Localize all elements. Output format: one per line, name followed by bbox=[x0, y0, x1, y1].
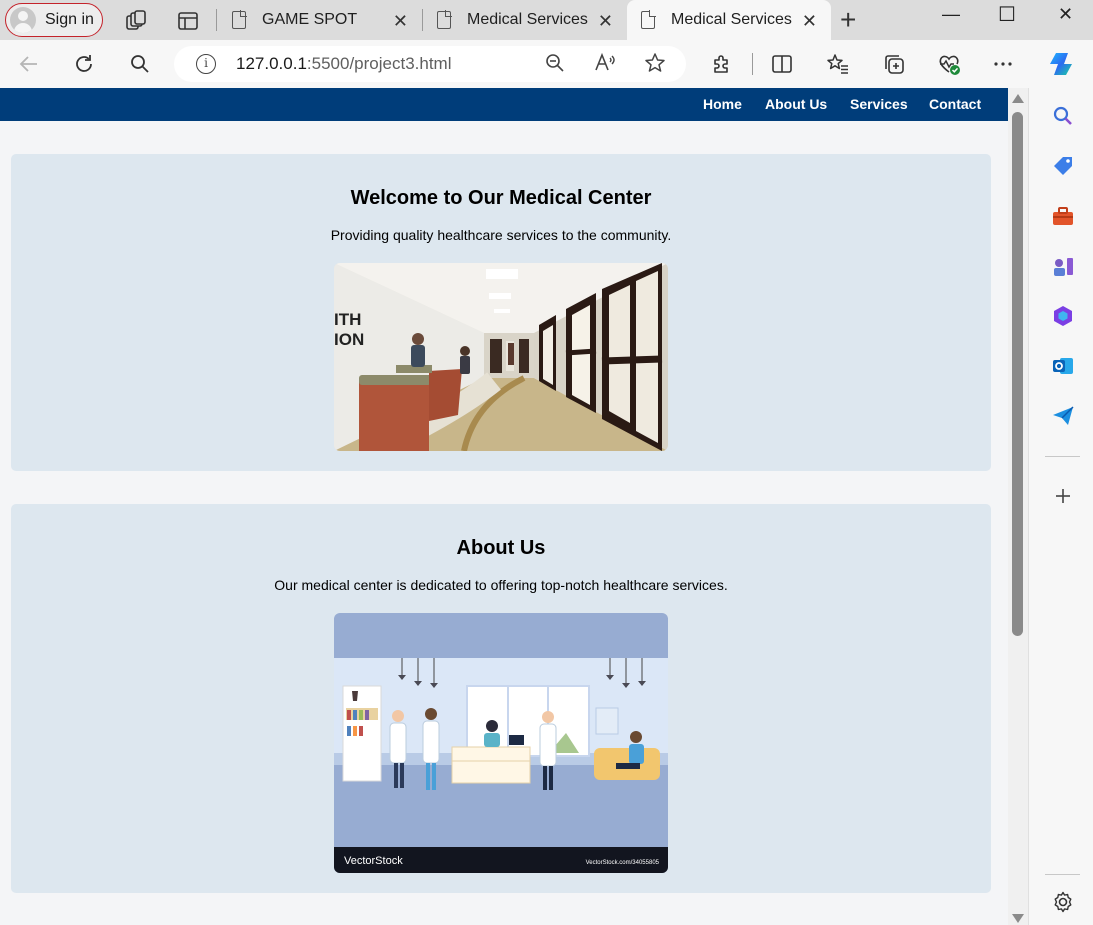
close-window-button[interactable]: ✕ bbox=[1058, 4, 1073, 25]
sidebar-separator bbox=[1045, 874, 1080, 875]
image-sign-text: ITH bbox=[334, 310, 361, 329]
profile-avatar-icon bbox=[10, 7, 36, 33]
add-icon[interactable] bbox=[1051, 484, 1075, 508]
more-icon[interactable] bbox=[991, 52, 1015, 76]
search-icon[interactable] bbox=[128, 52, 152, 76]
workspaces-icon[interactable] bbox=[125, 10, 147, 32]
sign-in-button[interactable]: Sign in bbox=[5, 3, 103, 37]
page-icon bbox=[232, 10, 247, 29]
tab-title: Medical Services bbox=[467, 11, 588, 28]
address-bar[interactable]: i 127.0.0.1:5500/project3.html bbox=[174, 46, 686, 82]
favorite-star-icon[interactable] bbox=[644, 52, 666, 74]
toolbar-separator bbox=[752, 53, 753, 75]
games-icon[interactable] bbox=[1051, 254, 1075, 278]
image-sign-text: ION bbox=[334, 330, 364, 349]
about-title: About Us bbox=[456, 537, 546, 559]
nav-about-link[interactable]: About Us bbox=[765, 96, 827, 112]
sidebar-separator bbox=[1045, 456, 1080, 457]
nav-contact-link[interactable]: Contact bbox=[929, 96, 981, 112]
new-tab-button[interactable]: + bbox=[840, 4, 856, 36]
back-arrow-icon[interactable] bbox=[17, 52, 41, 76]
nav-home-link[interactable]: Home bbox=[703, 96, 742, 112]
tab-game-spot[interactable]: GAME SPOT ✕ bbox=[218, 0, 422, 40]
tab-medical-services[interactable]: Medical Services ✕ bbox=[423, 0, 627, 40]
scroll-thumb[interactable] bbox=[1012, 112, 1023, 636]
sign-in-label: Sign in bbox=[45, 11, 94, 28]
url-host: 127.0.0.1 bbox=[236, 54, 307, 73]
site-navbar: Home About Us Services Contact bbox=[0, 88, 1008, 121]
about-text: Our medical center is dedicated to offer… bbox=[274, 577, 728, 593]
welcome-section: Welcome to Our Medical Center Providing … bbox=[11, 154, 991, 471]
tab-actions-icon[interactable] bbox=[177, 10, 199, 32]
url-text[interactable]: 127.0.0.1:5500/project3.html bbox=[236, 54, 452, 74]
welcome-title: Welcome to Our Medical Center bbox=[350, 187, 652, 209]
read-aloud-icon[interactable] bbox=[594, 52, 616, 74]
browser-sidebar bbox=[1028, 88, 1093, 925]
tab-title: GAME SPOT bbox=[262, 11, 358, 28]
minimize-button[interactable]: — bbox=[942, 4, 960, 25]
welcome-subtitle: Providing quality healthcare services to… bbox=[330, 227, 672, 243]
close-tab-icon[interactable]: ✕ bbox=[802, 11, 817, 32]
tab-title: Medical Services bbox=[671, 11, 792, 28]
browser-health-icon[interactable] bbox=[937, 52, 961, 76]
maximize-button[interactable]: ☐ bbox=[998, 2, 1016, 27]
page-icon bbox=[437, 10, 452, 29]
outlook-icon[interactable] bbox=[1051, 354, 1075, 378]
collections-icon[interactable] bbox=[882, 52, 906, 76]
close-tab-icon[interactable]: ✕ bbox=[393, 11, 408, 32]
page-viewport: Home About Us Services Contact Welcome t… bbox=[0, 88, 1008, 925]
page-scrollbar[interactable] bbox=[1008, 88, 1028, 925]
scroll-down-arrow-icon[interactable] bbox=[1012, 914, 1024, 923]
scroll-up-arrow-icon[interactable] bbox=[1012, 94, 1024, 103]
browser-toolbar: i 127.0.0.1:5500/project3.html bbox=[0, 40, 1093, 88]
split-screen-icon[interactable] bbox=[770, 52, 794, 76]
refresh-icon[interactable] bbox=[72, 52, 96, 76]
clinic-illustration-image: VectorStock VectorStock.com/34055805 bbox=[334, 613, 668, 873]
url-path: :5500/project3.html bbox=[306, 54, 452, 73]
watermark-brand: VectorStock bbox=[344, 855, 403, 867]
page-icon bbox=[641, 10, 656, 29]
favorites-icon[interactable] bbox=[826, 52, 850, 76]
close-tab-icon[interactable]: ✕ bbox=[598, 11, 613, 32]
tab-medical-services-active[interactable]: Medical Services ✕ bbox=[627, 0, 831, 40]
shopping-tag-icon[interactable] bbox=[1051, 154, 1075, 178]
nav-services-link[interactable]: Services bbox=[850, 96, 908, 112]
tab-separator bbox=[216, 9, 217, 31]
site-info-icon[interactable]: i bbox=[196, 54, 216, 74]
search-icon[interactable] bbox=[1051, 104, 1075, 128]
settings-gear-icon[interactable] bbox=[1051, 890, 1075, 914]
toolbox-icon[interactable] bbox=[1051, 204, 1075, 228]
watermark-url: VectorStock.com/34055805 bbox=[586, 860, 660, 866]
tab-strip: Sign in GAME SPOT ✕ Medical Services ✕ M… bbox=[0, 0, 1093, 40]
office-icon[interactable] bbox=[1051, 304, 1075, 328]
hospital-lobby-image: ITH ION bbox=[334, 263, 668, 451]
zoom-out-icon[interactable] bbox=[544, 52, 566, 74]
about-section: About Us Our medical center is dedicated… bbox=[11, 504, 991, 893]
send-icon[interactable] bbox=[1051, 404, 1075, 428]
copilot-icon[interactable] bbox=[1046, 50, 1076, 78]
extensions-icon[interactable] bbox=[710, 52, 734, 76]
